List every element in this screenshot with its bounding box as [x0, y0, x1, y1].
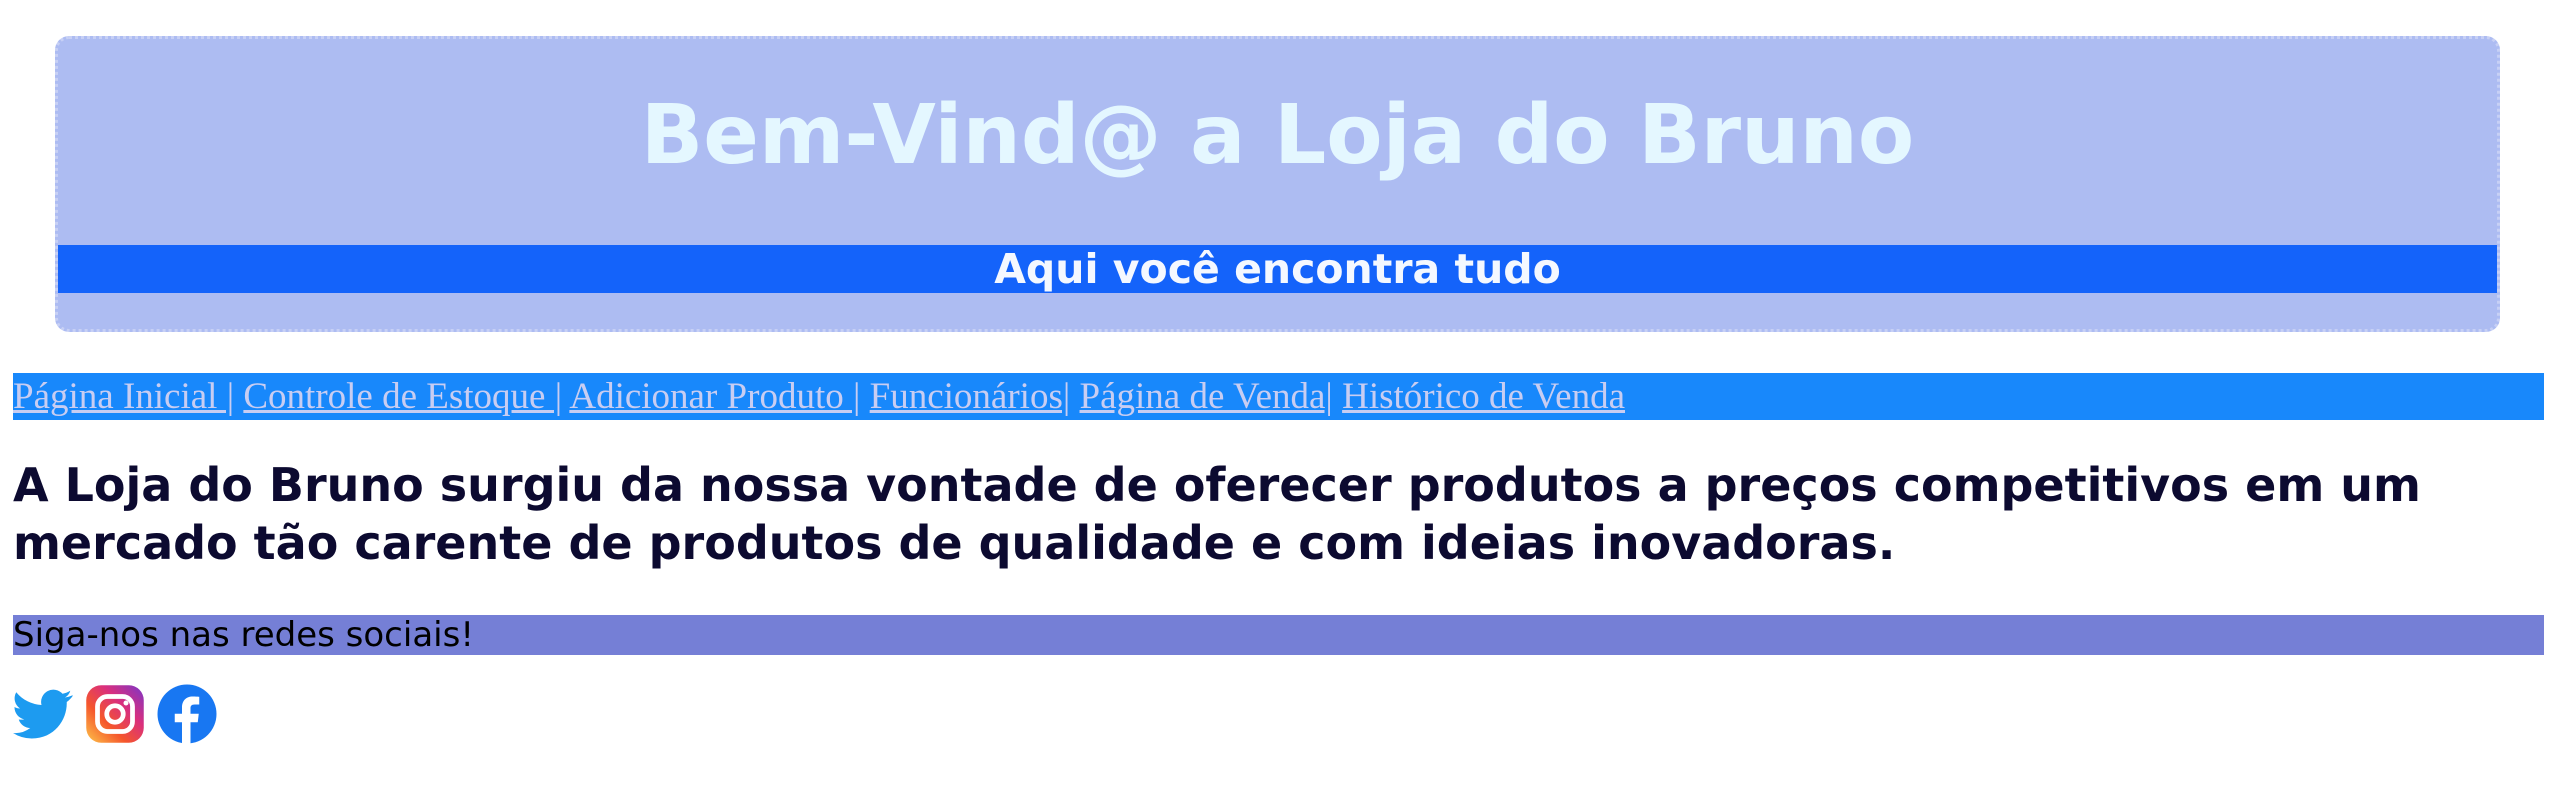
- header-banner: Bem-Vind@ a Loja do Bruno Aqui você enco…: [55, 36, 2500, 332]
- intro-text: A Loja do Bruno surgiu da nossa vontade …: [13, 458, 2421, 570]
- nav-bar: Página Inicial | Controle de Estoque | A…: [13, 373, 2544, 420]
- instagram-icon[interactable]: [85, 684, 145, 744]
- nav-link-adicionar-produto[interactable]: Adicionar Produto |: [569, 376, 860, 417]
- nav-link-pagina-inicial[interactable]: Página Inicial |: [13, 376, 234, 417]
- facebook-icon[interactable]: [157, 684, 217, 744]
- nav-link-funcionarios[interactable]: Funcionários|: [870, 376, 1071, 417]
- nav-link-pagina-venda[interactable]: Página de Venda|: [1080, 376, 1333, 417]
- twitter-icon[interactable]: [13, 684, 73, 744]
- social-heading: Siga-nos nas redes sociais!: [13, 615, 2544, 655]
- tagline: Aqui você encontra tudo: [58, 245, 2497, 293]
- nav-link-historico-venda[interactable]: Histórico de Venda: [1342, 376, 1625, 417]
- nav-link-controle-estoque[interactable]: Controle de Estoque |: [243, 376, 562, 417]
- site-title: Bem-Vind@ a Loja do Bruno: [640, 88, 1915, 183]
- social-icons: [13, 684, 217, 748]
